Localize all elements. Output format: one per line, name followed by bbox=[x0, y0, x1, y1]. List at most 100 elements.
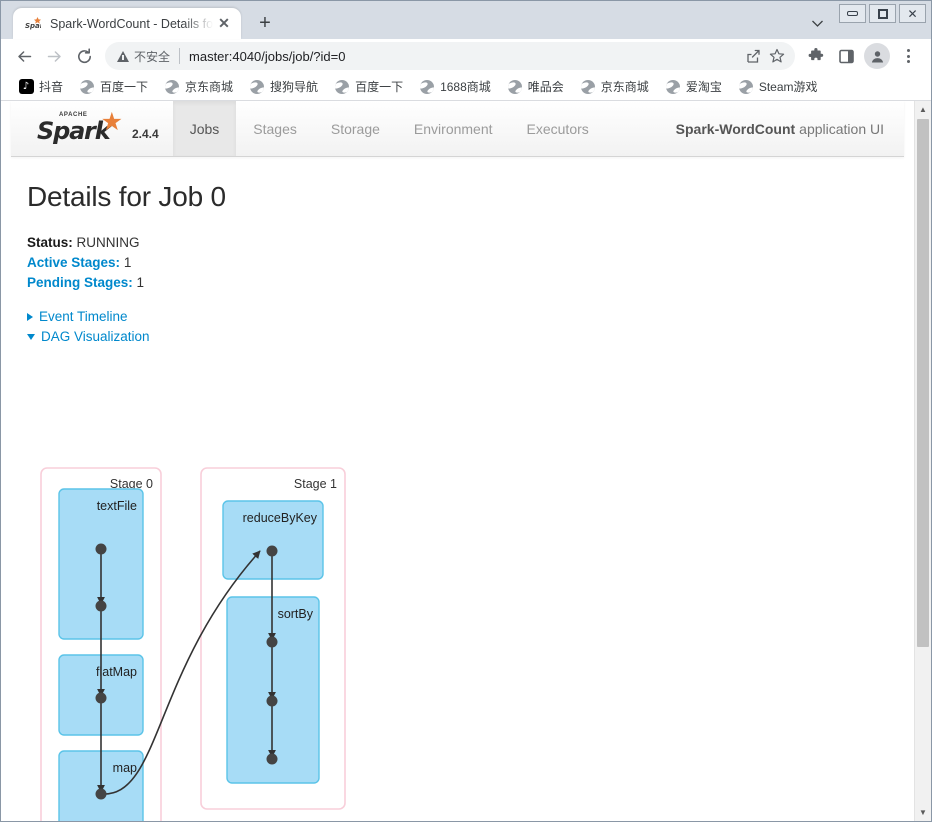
side-panel-icon[interactable] bbox=[831, 41, 861, 71]
dag-node-box[interactable] bbox=[58, 654, 144, 736]
dag-node-box[interactable] bbox=[58, 750, 144, 821]
dag-node-box[interactable] bbox=[222, 500, 324, 580]
summary-pending-stages: Pending Stages: 1 bbox=[27, 273, 888, 293]
not-secure-label: 不安全 bbox=[134, 49, 171, 64]
dag-stage-group: Stage 0 textFile flatMap map bbox=[40, 467, 162, 821]
bookmark-label: 1688商城 bbox=[440, 80, 491, 94]
scroll-up-arrow-icon[interactable]: ▲ bbox=[915, 101, 931, 118]
page-scrollbar[interactable]: ▲ ▼ bbox=[914, 101, 931, 821]
page-title: Details for Job 0 bbox=[27, 181, 226, 212]
dag-node-label: flatMap bbox=[96, 665, 137, 679]
bookmark-item[interactable]: 百度一下 bbox=[72, 75, 155, 98]
nav-tab-storage[interactable]: Storage bbox=[314, 101, 397, 156]
nav-tab-jobs[interactable]: Jobs bbox=[172, 101, 237, 156]
summary-status-label: Status: bbox=[27, 235, 73, 250]
dag-node-label: sortBy bbox=[278, 607, 314, 621]
application-ui-suffix: application UI bbox=[799, 120, 884, 137]
bookmark-label: 爱淘宝 bbox=[685, 80, 722, 94]
bookmark-item[interactable]: 搜狗导航 bbox=[242, 75, 325, 98]
bookmark-item[interactable]: 百度一下 bbox=[327, 75, 410, 98]
dag-rdd-dot[interactable] bbox=[266, 636, 278, 648]
window-close-icon: ✕ bbox=[907, 6, 918, 21]
bookmark-label: 京东商城 bbox=[600, 80, 649, 94]
bookmark-item[interactable]: 爱淘宝 bbox=[658, 75, 729, 98]
globe-icon bbox=[580, 79, 596, 95]
summary-status: Status: RUNNING bbox=[27, 233, 888, 253]
page-viewport: APACHE Spark ★ 2.4.4 Jobs Stages Storage… bbox=[1, 101, 931, 821]
summary-active-stages-label[interactable]: Active Stages: bbox=[27, 255, 120, 270]
stage-box[interactable] bbox=[40, 467, 162, 821]
tab-close-icon[interactable]: ✕ bbox=[215, 15, 233, 33]
dag-rdd-dot[interactable] bbox=[95, 543, 107, 555]
globe-icon bbox=[334, 79, 350, 95]
dag-node-label: reduceByKey bbox=[243, 511, 318, 525]
dag-node-label: textFile bbox=[97, 499, 137, 513]
globe-icon bbox=[738, 79, 754, 95]
scroll-down-arrow-icon[interactable]: ▼ bbox=[915, 804, 931, 821]
bookmark-label: 百度一下 bbox=[100, 80, 149, 94]
extensions-puzzle-icon[interactable] bbox=[801, 41, 831, 71]
nav-tab-executors[interactable]: Executors bbox=[510, 101, 606, 156]
new-tab-button[interactable]: + bbox=[251, 9, 279, 37]
page-content: Details for Job 0 Status: RUNNING Active… bbox=[1, 157, 914, 347]
dag-rdd-dot[interactable] bbox=[95, 600, 107, 612]
share-icon[interactable] bbox=[741, 44, 765, 68]
bookmark-label: 搜狗导航 bbox=[270, 80, 319, 94]
bookmark-item[interactable]: ♪ 抖音 bbox=[11, 75, 70, 98]
dag-visualization-label: DAG Visualization bbox=[41, 329, 150, 344]
application-name: Spark-WordCount bbox=[675, 120, 796, 137]
bookmark-item[interactable]: 1688商城 bbox=[412, 75, 498, 98]
bookmark-item[interactable]: 京东商城 bbox=[157, 75, 240, 98]
browser-toolbar: 不安全 master:4040/jobs/job/?id=0 bbox=[1, 39, 931, 73]
dag-rdd-dot[interactable] bbox=[95, 788, 107, 800]
dag-node-box[interactable] bbox=[226, 596, 320, 784]
globe-icon bbox=[507, 79, 523, 95]
tab-search-chevron-down-icon[interactable] bbox=[807, 13, 827, 33]
tab-title: Spark-WordCount - Details fo bbox=[50, 16, 213, 31]
dag-visualization-toggle[interactable]: DAG Visualization bbox=[27, 327, 888, 347]
browser-tab[interactable]: Spark Spark-WordCount - Details fo ✕ bbox=[13, 8, 241, 39]
dag-rdd-dot[interactable] bbox=[95, 692, 107, 704]
event-timeline-toggle[interactable]: Event Timeline bbox=[27, 307, 888, 327]
dag-rdd-dot[interactable] bbox=[266, 545, 278, 557]
dag-shuffle-edge bbox=[100, 550, 261, 795]
window-minimize-button[interactable] bbox=[839, 4, 866, 23]
bookmark-star-icon[interactable] bbox=[765, 44, 789, 68]
bookmark-label: 京东商城 bbox=[185, 80, 234, 94]
summary-status-value: RUNNING bbox=[76, 235, 140, 250]
globe-icon bbox=[249, 79, 265, 95]
forward-button[interactable] bbox=[39, 41, 69, 71]
profile-avatar-icon[interactable] bbox=[864, 43, 890, 69]
bookmark-item[interactable]: 唯品会 bbox=[500, 75, 571, 98]
globe-icon bbox=[164, 79, 180, 95]
bookmarks-bar: ♪ 抖音 百度一下 京东商城 搜狗导航 百度一下 1688商城 唯品会 京东商城… bbox=[1, 73, 931, 101]
omnibox-divider bbox=[179, 48, 181, 64]
spark-star-icon: ★ bbox=[100, 106, 123, 136]
globe-icon bbox=[665, 79, 681, 95]
svg-text:Spark: Spark bbox=[25, 22, 41, 30]
reload-button[interactable] bbox=[69, 41, 99, 71]
dag-node-box[interactable] bbox=[58, 488, 144, 640]
bookmark-item[interactable]: Steam游戏 bbox=[731, 75, 825, 98]
globe-icon bbox=[419, 79, 435, 95]
dag-rdd-dot[interactable] bbox=[266, 753, 278, 765]
address-bar[interactable]: 不安全 master:4040/jobs/job/?id=0 bbox=[105, 42, 795, 70]
nav-tab-environment[interactable]: Environment bbox=[397, 101, 510, 156]
not-secure-badge[interactable]: 不安全 bbox=[117, 48, 170, 65]
event-timeline-label: Event Timeline bbox=[39, 309, 128, 324]
warning-triangle-icon bbox=[117, 50, 129, 62]
browser-menu-kebab-icon[interactable] bbox=[893, 41, 923, 71]
bookmark-item[interactable]: 京东商城 bbox=[573, 75, 656, 98]
stage-box[interactable] bbox=[200, 467, 346, 810]
summary-pending-stages-label[interactable]: Pending Stages: bbox=[27, 275, 133, 290]
dag-rdd-dot[interactable] bbox=[266, 695, 278, 707]
window-maximize-button[interactable] bbox=[869, 4, 896, 23]
nav-tab-stages[interactable]: Stages bbox=[236, 101, 314, 156]
back-button[interactable] bbox=[9, 41, 39, 71]
scrollbar-thumb[interactable] bbox=[917, 119, 929, 647]
spark-version: 2.4.4 bbox=[132, 126, 159, 141]
window-close-button[interactable]: ✕ bbox=[899, 4, 926, 23]
window-controls: ✕ bbox=[839, 4, 926, 23]
spark-brand[interactable]: APACHE Spark ★ 2.4.4 bbox=[11, 101, 173, 156]
bookmark-label: 抖音 bbox=[39, 80, 64, 94]
